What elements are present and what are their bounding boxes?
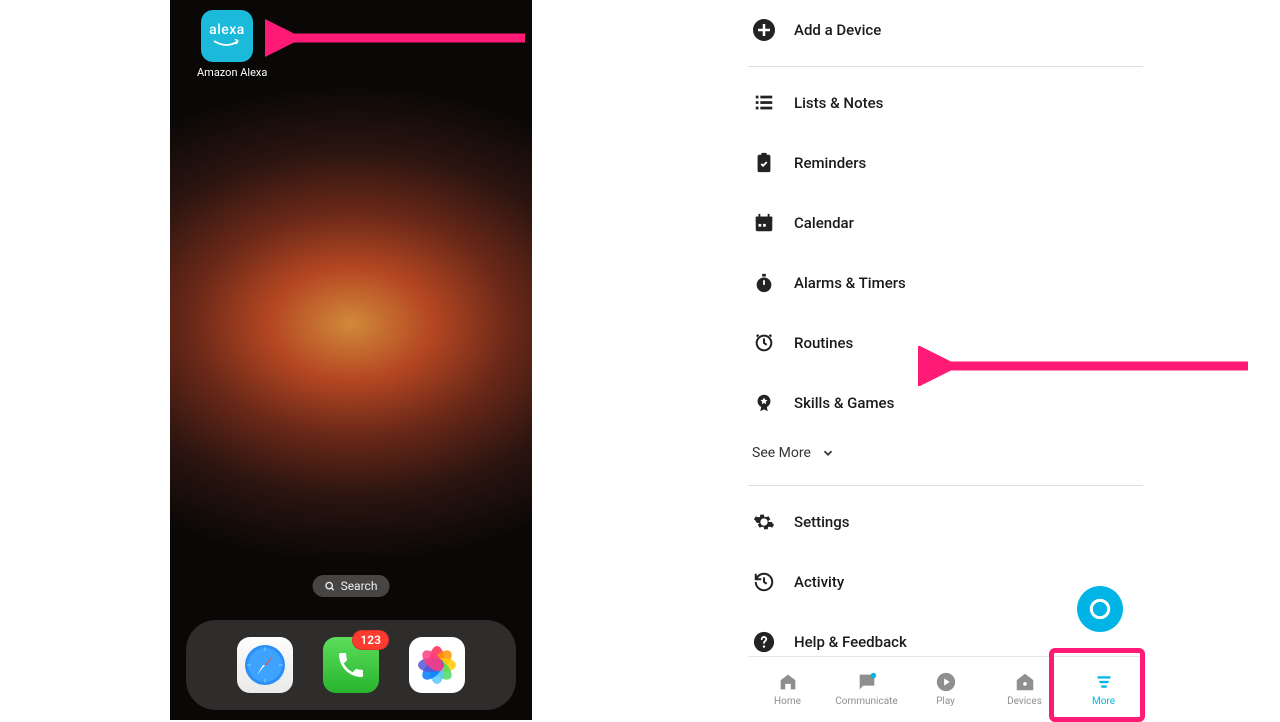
tab-more[interactable]: More: [1068, 665, 1140, 713]
menu-label: Calendar: [794, 214, 854, 232]
history-icon: [752, 570, 776, 594]
play-circle-icon: [935, 671, 957, 693]
see-more-label: See More: [752, 445, 811, 461]
menu-label: Help & Feedback: [794, 633, 907, 651]
clipboard-check-icon: [752, 151, 776, 175]
tab-label: Communicate: [835, 696, 897, 707]
tab-home[interactable]: Home: [752, 665, 824, 713]
tab-play[interactable]: Play: [910, 665, 982, 713]
menu-label: Reminders: [794, 154, 866, 172]
alexa-smile-icon: [212, 39, 242, 49]
bottom-tabbar: Home Communicate Play Devices More: [748, 656, 1143, 720]
menu-label: Settings: [794, 513, 850, 531]
gear-icon: [752, 510, 776, 534]
menu-alarms[interactable]: Alarms & Timers: [748, 253, 1143, 313]
chat-icon: [856, 671, 878, 693]
menu-lists[interactable]: Lists & Notes: [748, 73, 1143, 133]
menu-settings[interactable]: Settings: [748, 492, 1143, 552]
photos-app-icon[interactable]: [409, 637, 465, 693]
divider: [748, 66, 1143, 67]
menu-label: Routines: [794, 334, 853, 352]
plus-circle-icon: [752, 18, 776, 42]
search-icon: [325, 581, 336, 592]
see-more-toggle[interactable]: See More: [748, 433, 1143, 479]
home-icon: [777, 671, 799, 693]
tab-communicate[interactable]: Communicate: [831, 665, 903, 713]
menu-label: Activity: [794, 573, 844, 591]
safari-app-icon[interactable]: [237, 637, 293, 693]
routines-icon: [752, 331, 776, 355]
alexa-ring-icon: [1087, 596, 1113, 622]
alexa-voice-fab[interactable]: [1077, 586, 1123, 632]
tab-label: Devices: [1007, 696, 1042, 707]
stopwatch-icon: [752, 271, 776, 295]
tab-label: Play: [936, 696, 955, 707]
calendar-icon: [752, 211, 776, 235]
alexa-icon-text: alexa: [209, 23, 245, 37]
menu-skills[interactable]: Skills & Games: [748, 373, 1143, 433]
menu-label: Alarms & Timers: [794, 274, 906, 292]
menu-reminders[interactable]: Reminders: [748, 133, 1143, 193]
tab-label: More: [1092, 696, 1115, 707]
skills-badge-icon: [752, 391, 776, 415]
compass-icon: [243, 643, 287, 687]
menu-routines[interactable]: Routines: [748, 313, 1143, 373]
photos-flower-icon: [415, 643, 459, 687]
tab-devices[interactable]: Devices: [989, 665, 1061, 713]
chevron-down-icon: [821, 446, 835, 460]
divider: [748, 485, 1143, 486]
menu-calendar[interactable]: Calendar: [748, 193, 1143, 253]
iphone-homescreen: alexa Amazon Alexa Search: [170, 0, 532, 720]
menu-label: Skills & Games: [794, 394, 894, 412]
menu-label: Add a Device: [794, 21, 881, 39]
question-circle-icon: [752, 630, 776, 654]
devices-icon: [1014, 671, 1036, 693]
search-label: Search: [341, 579, 378, 593]
menu-label: Lists & Notes: [794, 94, 883, 112]
alexa-more-panel: Add a Device Lists & Notes Reminders Cal…: [748, 0, 1143, 720]
list-icon: [752, 91, 776, 115]
phone-app-icon[interactable]: 123: [323, 637, 379, 693]
iphone-dock: 123: [186, 620, 516, 710]
phone-badge: 123: [352, 630, 389, 650]
more-lines-icon: [1093, 671, 1115, 693]
alexa-app-icon[interactable]: alexa Amazon Alexa: [197, 10, 257, 79]
phone-icon: [335, 649, 367, 681]
menu-add-device[interactable]: Add a Device: [748, 0, 1143, 60]
alexa-icon: alexa: [201, 10, 253, 62]
spotlight-search-button[interactable]: Search: [313, 575, 390, 597]
tab-label: Home: [774, 696, 801, 707]
alexa-app-label: Amazon Alexa: [197, 66, 257, 79]
